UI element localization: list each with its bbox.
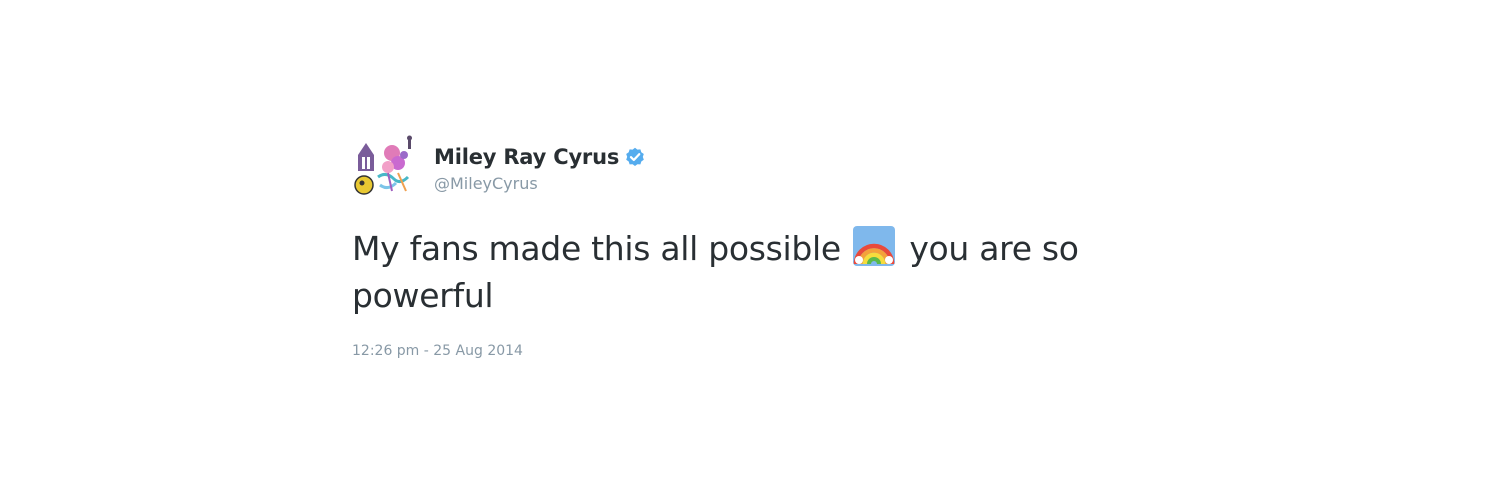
author-display-name[interactable]: Miley Ray Cyrus — [434, 145, 619, 169]
colorful-drawing-avatar-icon — [352, 133, 420, 201]
avatar[interactable] — [352, 133, 420, 201]
tweet-card: Miley Ray Cyrus @MileyCyrus My fans made… — [352, 133, 1212, 373]
tweet-text: My fans made this all possible you are s… — [352, 225, 1212, 319]
verified-badge-icon — [625, 147, 645, 167]
author-name-line[interactable]: Miley Ray Cyrus — [434, 143, 645, 171]
tweet-timestamp[interactable]: 12:26 pm - 25 Aug 2014 — [352, 343, 523, 359]
author-handle[interactable]: @MileyCyrus — [434, 174, 538, 193]
rainbow-emoji-icon — [853, 226, 896, 266]
tweet-text-part1: My fans made this all possible — [352, 229, 841, 268]
